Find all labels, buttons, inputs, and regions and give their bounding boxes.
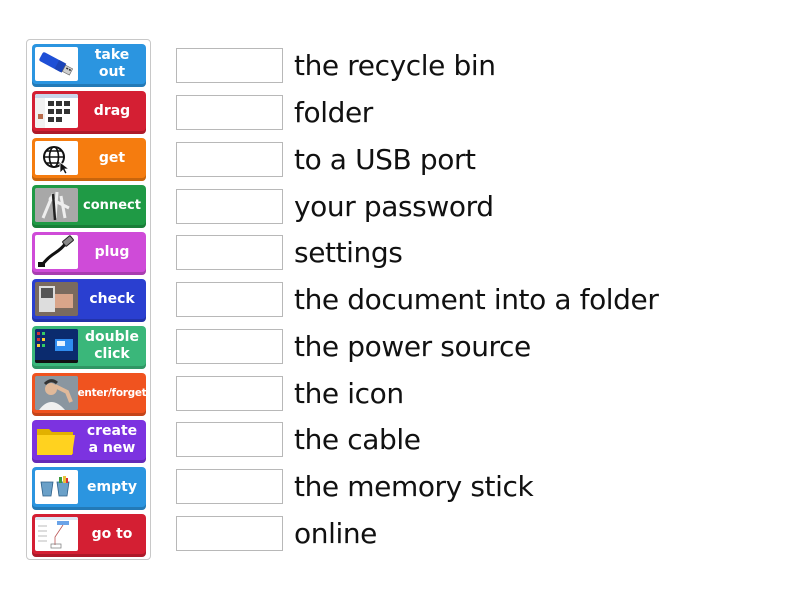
match-row: settings bbox=[176, 234, 403, 271]
match-row: folder bbox=[176, 94, 373, 131]
usb-stick-icon bbox=[35, 47, 78, 81]
desktop-screenshot-icon bbox=[35, 329, 78, 363]
phrase: the memory stick bbox=[294, 470, 534, 503]
cables-photo-icon bbox=[35, 188, 78, 222]
drop-zone[interactable] bbox=[176, 95, 283, 130]
drop-zone[interactable] bbox=[176, 329, 283, 364]
tile-empty[interactable]: empty bbox=[32, 467, 146, 510]
drop-zone[interactable] bbox=[176, 376, 283, 411]
word-tile-tray: take out drag get connect plug check dou… bbox=[26, 39, 151, 560]
globe-cursor-icon bbox=[35, 141, 78, 175]
tile-go-to[interactable]: go to bbox=[32, 514, 146, 557]
tile-label: create a new bbox=[86, 423, 138, 456]
phrase: your password bbox=[294, 190, 494, 223]
tile-create-a-new[interactable]: create a new bbox=[32, 420, 146, 463]
tile-get[interactable]: get bbox=[32, 138, 146, 181]
phrase: the icon bbox=[294, 377, 404, 410]
settings-screenshot-icon bbox=[35, 517, 78, 551]
drop-zone[interactable] bbox=[176, 469, 283, 504]
phrase: the cable bbox=[294, 423, 421, 456]
match-row: to a USB port bbox=[176, 141, 476, 178]
recycle-bin-icon bbox=[35, 470, 78, 504]
phrase: settings bbox=[294, 236, 403, 269]
match-row: the power source bbox=[176, 328, 531, 365]
tile-label: get bbox=[98, 149, 126, 166]
drop-zone[interactable] bbox=[176, 142, 283, 177]
phrase: the power source bbox=[294, 330, 531, 363]
tile-label: take out bbox=[94, 47, 130, 80]
tile-check[interactable]: check bbox=[32, 279, 146, 322]
tile-drag[interactable]: drag bbox=[32, 91, 146, 134]
match-row: the recycle bin bbox=[176, 47, 496, 84]
match-row: the cable bbox=[176, 421, 421, 458]
phrase: the recycle bin bbox=[294, 49, 496, 82]
drop-zone[interactable] bbox=[176, 422, 283, 457]
tile-plug[interactable]: plug bbox=[32, 232, 146, 275]
tile-label: empty bbox=[87, 478, 137, 495]
tile-label: plug bbox=[94, 243, 130, 260]
file-explorer-screenshot-icon bbox=[35, 94, 78, 128]
phrase: to a USB port bbox=[294, 143, 476, 176]
drop-zone[interactable] bbox=[176, 282, 283, 317]
forgetful-man-photo-icon bbox=[35, 376, 78, 410]
match-row: your password bbox=[176, 188, 494, 225]
tile-label: go to bbox=[91, 525, 133, 542]
usb-cable-icon bbox=[35, 235, 78, 269]
tile-label: check bbox=[89, 290, 135, 307]
phrase: the document into a folder bbox=[294, 283, 659, 316]
tile-enter-forget[interactable]: enter/forget bbox=[32, 373, 147, 416]
tile-label: connect bbox=[83, 197, 141, 213]
drop-zone[interactable] bbox=[176, 516, 283, 551]
folder-icon bbox=[35, 423, 78, 457]
drop-zone[interactable] bbox=[176, 235, 283, 270]
match-row: online bbox=[176, 515, 377, 552]
tile-take-out[interactable]: take out bbox=[32, 44, 146, 87]
match-row: the memory stick bbox=[176, 468, 534, 505]
match-row: the icon bbox=[176, 375, 404, 412]
drop-zone[interactable] bbox=[176, 189, 283, 224]
tile-label: enter/forget bbox=[77, 386, 147, 399]
tile-label: double click bbox=[85, 329, 139, 362]
match-row: the document into a folder bbox=[176, 281, 659, 318]
phrase: folder bbox=[294, 96, 373, 129]
tile-double-click[interactable]: double click bbox=[32, 326, 146, 369]
tile-label: drag bbox=[93, 102, 131, 119]
tile-connect[interactable]: connect bbox=[32, 185, 146, 228]
phrase: online bbox=[294, 517, 378, 550]
drop-zone[interactable] bbox=[176, 48, 283, 83]
hardware-photo-icon bbox=[35, 282, 78, 316]
